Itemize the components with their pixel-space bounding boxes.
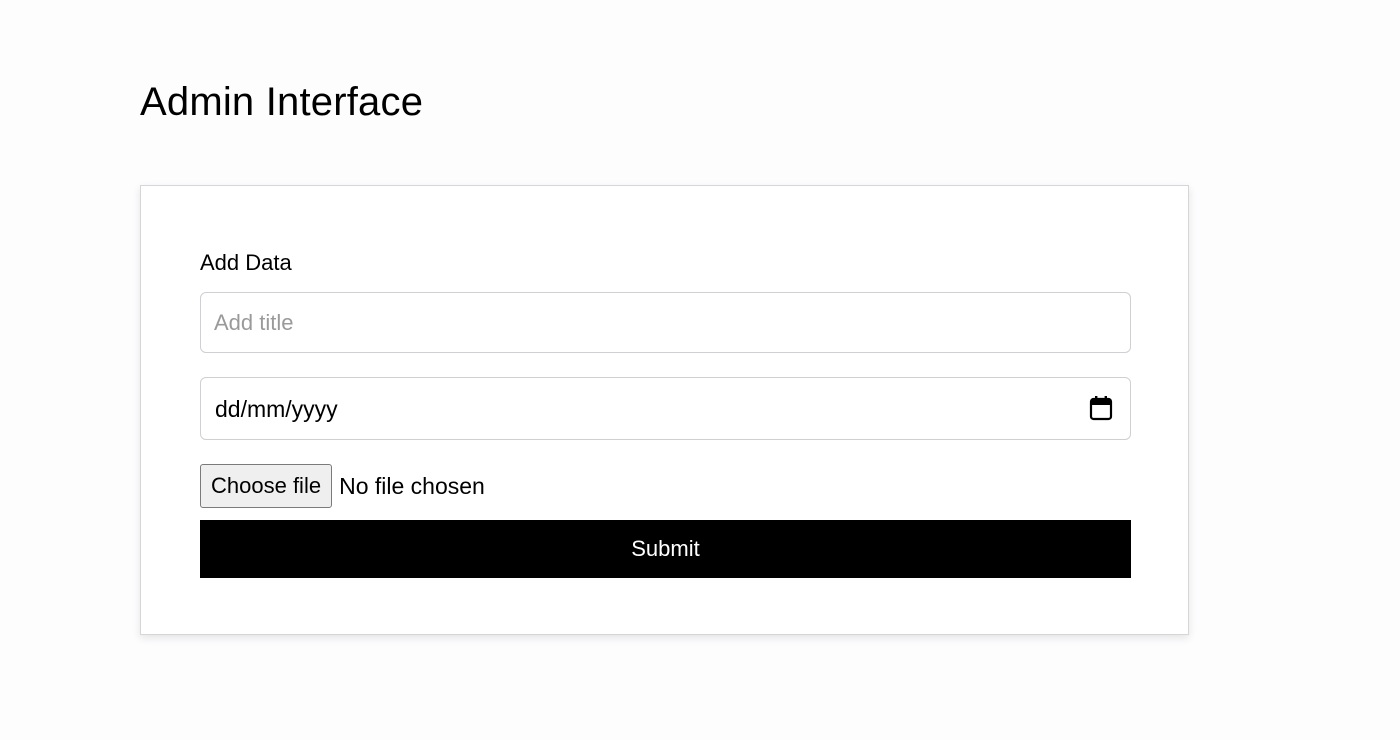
file-input: Choose file No file chosen xyxy=(200,464,485,508)
file-status: No file chosen xyxy=(339,472,485,499)
date-input-text: dd/mm/yyyy xyxy=(215,396,338,422)
submit-button[interactable]: Submit xyxy=(200,520,1131,578)
date-input[interactable]: dd/mm/yyyy xyxy=(200,377,1131,440)
add-data-card: Add Data dd/mm/yyyy Choose file No file … xyxy=(140,185,1189,635)
calendar-icon[interactable] xyxy=(1089,395,1113,421)
page-title: Admin Interface xyxy=(140,80,424,124)
choose-file-button[interactable]: Choose file xyxy=(200,464,333,508)
title-input[interactable] xyxy=(200,292,1131,353)
form-label: Add Data xyxy=(200,250,292,275)
